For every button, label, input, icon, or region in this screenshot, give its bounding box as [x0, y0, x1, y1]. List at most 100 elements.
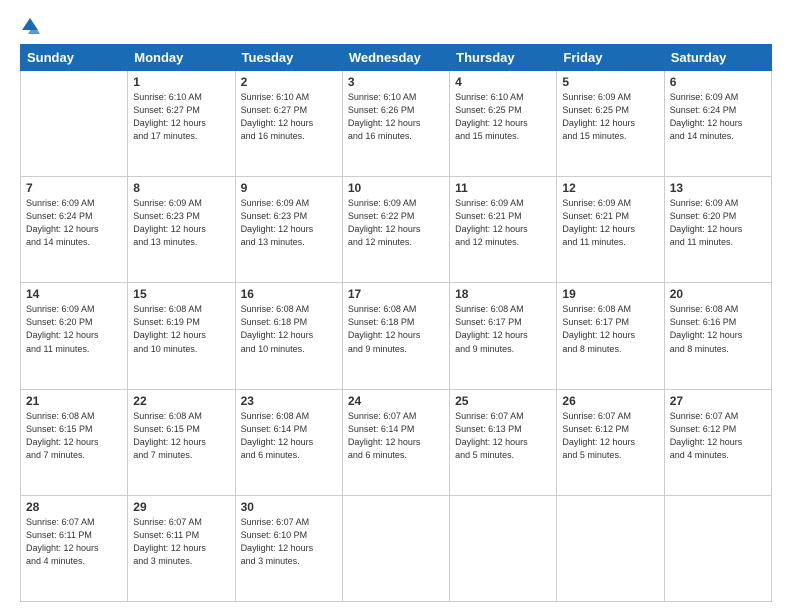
day-number: 27 — [670, 394, 766, 408]
logo-icon — [20, 16, 40, 36]
day-info: Sunrise: 6:10 AMSunset: 6:26 PMDaylight:… — [348, 91, 444, 143]
day-info: Sunrise: 6:10 AMSunset: 6:27 PMDaylight:… — [133, 91, 229, 143]
calendar-cell — [21, 71, 128, 177]
day-info: Sunrise: 6:09 AMSunset: 6:20 PMDaylight:… — [670, 197, 766, 249]
day-info: Sunrise: 6:08 AMSunset: 6:16 PMDaylight:… — [670, 303, 766, 355]
calendar-cell: 19 Sunrise: 6:08 AMSunset: 6:17 PMDayligh… — [557, 283, 664, 389]
day-number: 1 — [133, 75, 229, 89]
weekday-header-friday: Friday — [557, 45, 664, 71]
day-info: Sunrise: 6:07 AMSunset: 6:14 PMDaylight:… — [348, 410, 444, 462]
day-info: Sunrise: 6:09 AMSunset: 6:25 PMDaylight:… — [562, 91, 658, 143]
weekday-header-sunday: Sunday — [21, 45, 128, 71]
calendar-cell: 7 Sunrise: 6:09 AMSunset: 6:24 PMDaylight… — [21, 177, 128, 283]
calendar-cell: 30Sunrise: 6:07 AMSunset: 6:10 PMDayligh… — [235, 495, 342, 601]
day-number: 13 — [670, 181, 766, 195]
day-number: 21 — [26, 394, 122, 408]
day-info: Sunrise: 6:07 AMSunset: 6:10 PMDaylight:… — [241, 516, 337, 568]
day-info: Sunrise: 6:08 AMSunset: 6:17 PMDaylight:… — [455, 303, 551, 355]
day-info: Sunrise: 6:09 AMSunset: 6:20 PMDaylight:… — [26, 303, 122, 355]
calendar-cell: 1 Sunrise: 6:10 AMSunset: 6:27 PMDaylight… — [128, 71, 235, 177]
day-info: Sunrise: 6:07 AMSunset: 6:12 PMDaylight:… — [670, 410, 766, 462]
calendar-cell: 6 Sunrise: 6:09 AMSunset: 6:24 PMDaylight… — [664, 71, 771, 177]
day-info: Sunrise: 6:09 AMSunset: 6:23 PMDaylight:… — [241, 197, 337, 249]
day-number: 4 — [455, 75, 551, 89]
week-row-5: 28 Sunrise: 6:07 AMSunset: 6:11 PMDayligh… — [21, 495, 772, 601]
week-row-2: 7 Sunrise: 6:09 AMSunset: 6:24 PMDaylight… — [21, 177, 772, 283]
day-number: 11 — [455, 181, 551, 195]
day-number: 3 — [348, 75, 444, 89]
day-info: Sunrise: 6:07 AMSunset: 6:11 PMDaylight:… — [26, 516, 122, 568]
day-number: 5 — [562, 75, 658, 89]
day-info: Sunrise: 6:09 AMSunset: 6:23 PMDaylight:… — [133, 197, 229, 249]
calendar-cell — [342, 495, 449, 601]
day-number: 2 — [241, 75, 337, 89]
calendar-cell: 8 Sunrise: 6:09 AMSunset: 6:23 PMDaylight… — [128, 177, 235, 283]
calendar-cell: 20 Sunrise: 6:08 AMSunset: 6:16 PMDayligh… — [664, 283, 771, 389]
day-number: 19 — [562, 287, 658, 301]
calendar-cell: 21Sunrise: 6:08 AMSunset: 6:15 PMDayligh… — [21, 389, 128, 495]
day-number: 15 — [133, 287, 229, 301]
calendar-cell: 4Sunrise: 6:10 AMSunset: 6:25 PMDaylight… — [450, 71, 557, 177]
weekday-header-monday: Monday — [128, 45, 235, 71]
day-number: 18 — [455, 287, 551, 301]
day-number: 28 — [26, 500, 122, 514]
week-row-3: 14 Sunrise: 6:09 AMSunset: 6:20 PMDayligh… — [21, 283, 772, 389]
week-row-4: 21 Sunrise: 6:08 AMSunset: 6:15 PMDayligh… — [21, 389, 772, 495]
calendar-table: SundayMondayTuesdayWednesdayThursdayFrid… — [20, 44, 772, 602]
day-info: Sunrise: 6:09 AMSunset: 6:22 PMDaylight:… — [348, 197, 444, 249]
day-number: 29 — [133, 500, 229, 514]
header — [20, 16, 772, 36]
day-number: 16 — [241, 287, 337, 301]
calendar-cell — [664, 495, 771, 601]
calendar-cell: 13 Sunrise: 6:09 AMSunset: 6:20 PMDayligh… — [664, 177, 771, 283]
day-number: 17 — [348, 287, 444, 301]
calendar-cell: 24 Sunrise: 6:07 AMSunset: 6:14 PMDayligh… — [342, 389, 449, 495]
day-number: 23 — [241, 394, 337, 408]
calendar-cell — [557, 495, 664, 601]
day-number: 14 — [26, 287, 122, 301]
day-info: Sunrise: 6:09 AMSunset: 6:21 PMDaylight:… — [562, 197, 658, 249]
calendar-cell: 17 Sunrise: 6:08 AMSunset: 6:18 PMDayligh… — [342, 283, 449, 389]
day-number: 20 — [670, 287, 766, 301]
day-info: Sunrise: 6:09 AMSunset: 6:24 PMDaylight:… — [670, 91, 766, 143]
day-info: Sunrise: 6:07 AMSunset: 6:13 PMDaylight:… — [455, 410, 551, 462]
calendar-cell: 25 Sunrise: 6:07 AMSunset: 6:13 PMDayligh… — [450, 389, 557, 495]
calendar-cell: 2Sunrise: 6:10 AMSunset: 6:27 PMDaylight… — [235, 71, 342, 177]
calendar-cell: 3 Sunrise: 6:10 AMSunset: 6:26 PMDaylight… — [342, 71, 449, 177]
day-info: Sunrise: 6:07 AMSunset: 6:12 PMDaylight:… — [562, 410, 658, 462]
day-number: 7 — [26, 181, 122, 195]
calendar-cell: 28 Sunrise: 6:07 AMSunset: 6:11 PMDayligh… — [21, 495, 128, 601]
day-number: 22 — [133, 394, 229, 408]
day-number: 12 — [562, 181, 658, 195]
day-info: Sunrise: 6:09 AMSunset: 6:24 PMDaylight:… — [26, 197, 122, 249]
calendar-cell: 9Sunrise: 6:09 AMSunset: 6:23 PMDaylight… — [235, 177, 342, 283]
calendar-cell — [450, 495, 557, 601]
day-info: Sunrise: 6:08 AMSunset: 6:15 PMDaylight:… — [133, 410, 229, 462]
day-info: Sunrise: 6:08 AMSunset: 6:14 PMDaylight:… — [241, 410, 337, 462]
calendar-cell: 23 Sunrise: 6:08 AMSunset: 6:14 PMDayligh… — [235, 389, 342, 495]
day-number: 26 — [562, 394, 658, 408]
calendar-cell: 10 Sunrise: 6:09 AMSunset: 6:22 PMDayligh… — [342, 177, 449, 283]
calendar-cell: 22 Sunrise: 6:08 AMSunset: 6:15 PMDayligh… — [128, 389, 235, 495]
weekday-header-tuesday: Tuesday — [235, 45, 342, 71]
calendar-cell: 15 Sunrise: 6:08 AMSunset: 6:19 PMDayligh… — [128, 283, 235, 389]
day-info: Sunrise: 6:08 AMSunset: 6:18 PMDaylight:… — [348, 303, 444, 355]
day-info: Sunrise: 6:08 AMSunset: 6:19 PMDaylight:… — [133, 303, 229, 355]
day-number: 10 — [348, 181, 444, 195]
calendar-cell: 16Sunrise: 6:08 AMSunset: 6:18 PMDayligh… — [235, 283, 342, 389]
day-info: Sunrise: 6:08 AMSunset: 6:17 PMDaylight:… — [562, 303, 658, 355]
calendar-cell: 29 Sunrise: 6:07 AMSunset: 6:11 PMDayligh… — [128, 495, 235, 601]
day-number: 8 — [133, 181, 229, 195]
week-row-1: 1 Sunrise: 6:10 AMSunset: 6:27 PMDaylight… — [21, 71, 772, 177]
day-info: Sunrise: 6:07 AMSunset: 6:11 PMDaylight:… — [133, 516, 229, 568]
day-number: 24 — [348, 394, 444, 408]
weekday-header-saturday: Saturday — [664, 45, 771, 71]
calendar-cell: 26 Sunrise: 6:07 AMSunset: 6:12 PMDayligh… — [557, 389, 664, 495]
day-number: 6 — [670, 75, 766, 89]
page: SundayMondayTuesdayWednesdayThursdayFrid… — [0, 0, 792, 612]
day-info: Sunrise: 6:09 AMSunset: 6:21 PMDaylight:… — [455, 197, 551, 249]
day-number: 25 — [455, 394, 551, 408]
weekday-header-wednesday: Wednesday — [342, 45, 449, 71]
logo — [20, 16, 40, 36]
weekday-header-row: SundayMondayTuesdayWednesdayThursdayFrid… — [21, 45, 772, 71]
